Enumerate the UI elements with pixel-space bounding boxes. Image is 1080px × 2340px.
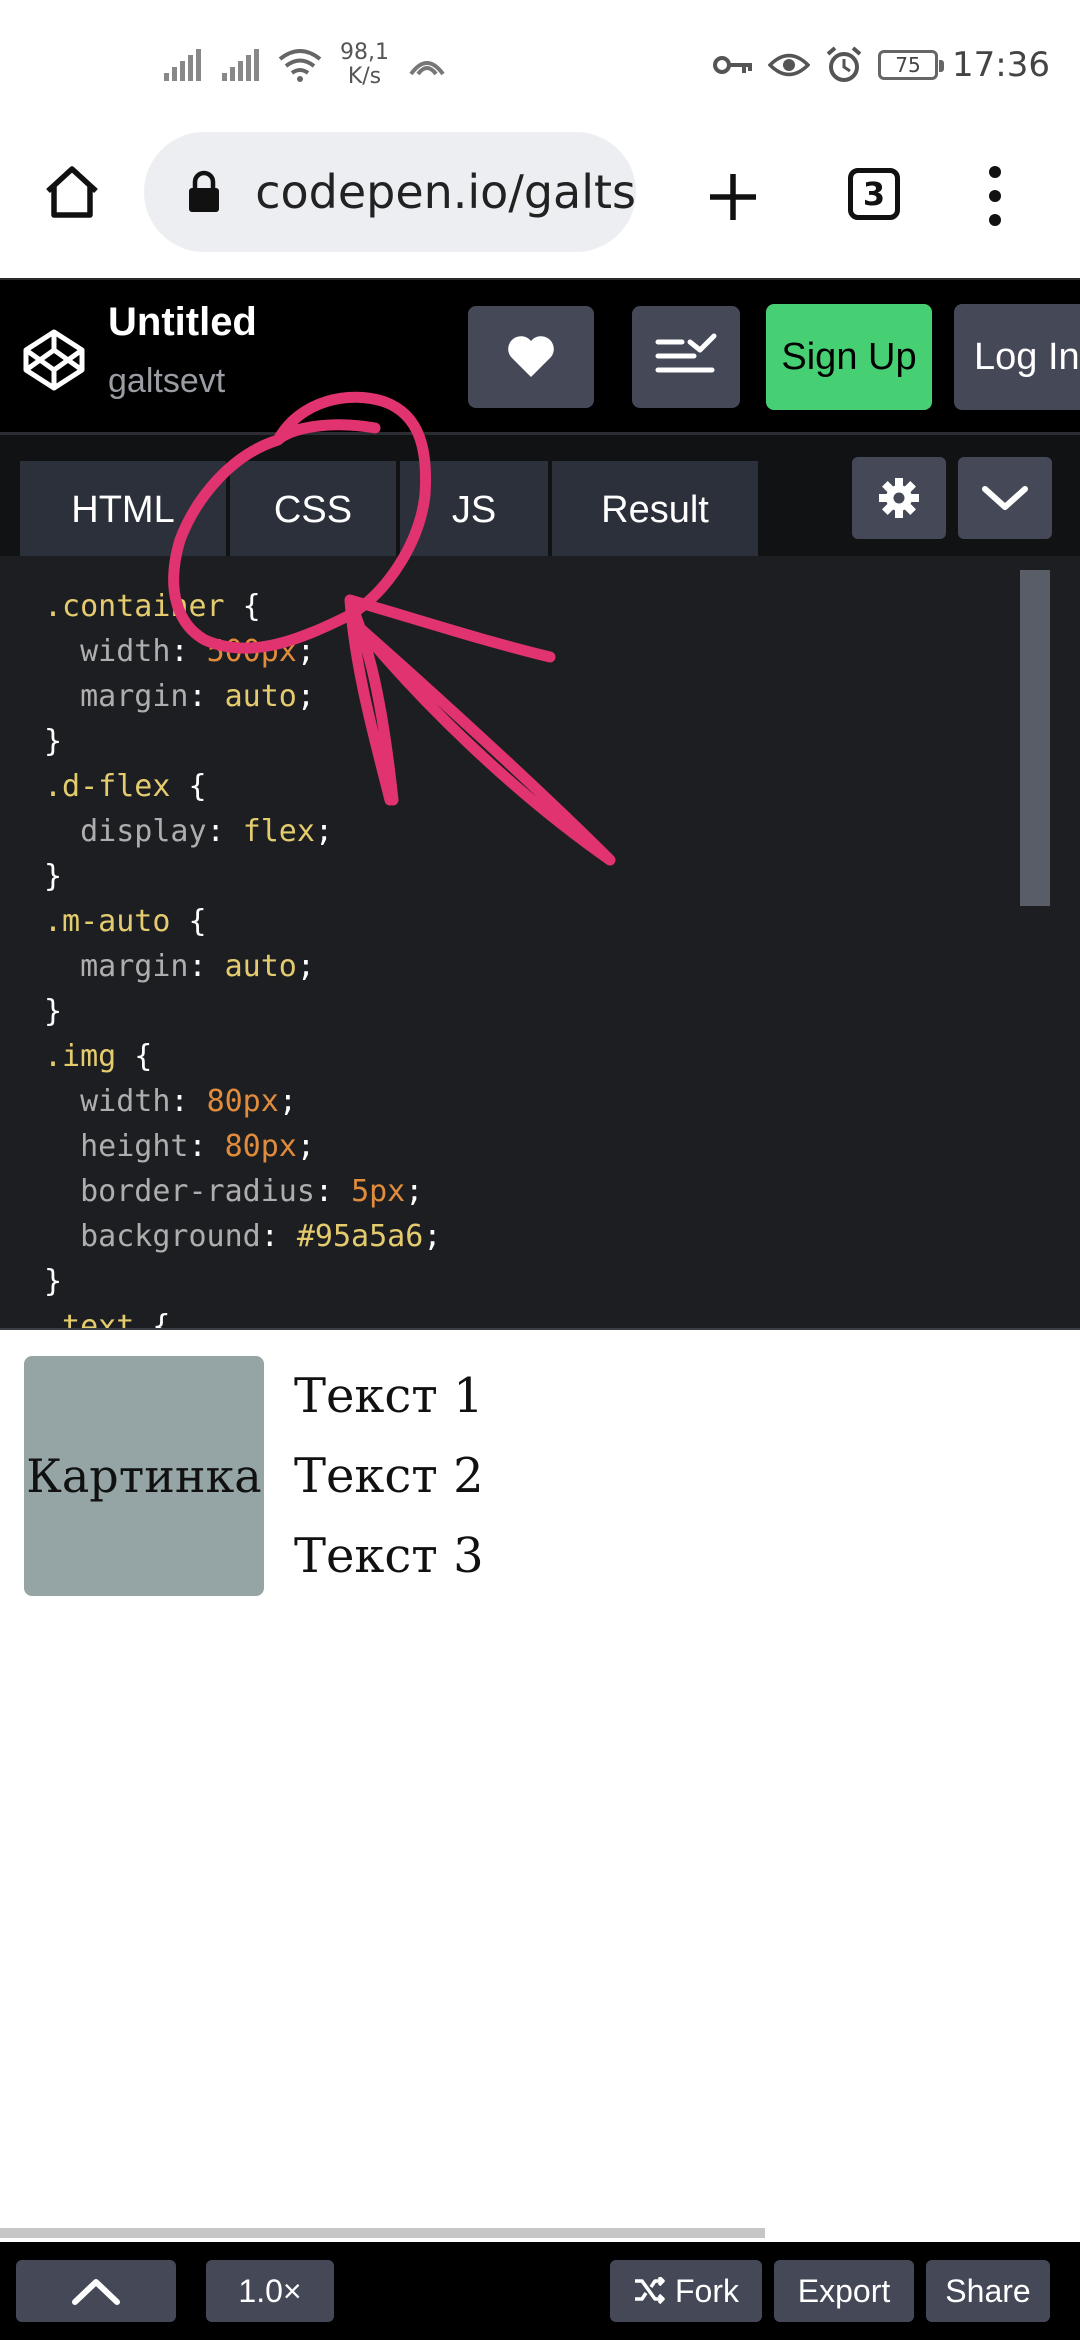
menu-dot bbox=[989, 190, 1001, 202]
fork-icon bbox=[635, 2277, 665, 2305]
tab-js[interactable]: JS bbox=[400, 461, 548, 559]
battery-icon: 75 bbox=[878, 50, 945, 80]
preview-text-list: Текст 1 Текст 2 Текст 3 bbox=[294, 1366, 484, 1606]
horizontal-scrollbar[interactable] bbox=[0, 2228, 765, 2238]
zoom-button[interactable]: 1.0× bbox=[206, 2260, 334, 2322]
net-speed-unit: K/s bbox=[347, 64, 382, 89]
preview-text: Текст 1 bbox=[294, 1368, 484, 1424]
alarm-icon bbox=[826, 46, 862, 82]
wifi-icon bbox=[278, 49, 322, 82]
layout-icon bbox=[655, 333, 717, 373]
code-line: width: 500px; bbox=[80, 634, 315, 669]
code-line: .text { bbox=[44, 1309, 171, 1331]
clock: 17:36 bbox=[952, 45, 1050, 85]
change-view-button[interactable] bbox=[632, 306, 740, 408]
share-button[interactable]: Share bbox=[926, 2260, 1050, 2322]
signup-button[interactable]: Sign Up bbox=[766, 304, 932, 410]
collapse-button[interactable] bbox=[958, 457, 1052, 539]
code-line: } bbox=[44, 1264, 63, 1299]
code-line: margin: auto; bbox=[80, 679, 315, 714]
code-line: .d-flex { bbox=[44, 769, 207, 804]
expand-console-button[interactable] bbox=[16, 2260, 176, 2322]
url-bar[interactable]: codepen.io/galts bbox=[144, 132, 636, 252]
plus-icon bbox=[710, 174, 756, 220]
code-line: margin: auto; bbox=[80, 949, 315, 984]
code-line: border-radius: 5px; bbox=[80, 1174, 424, 1209]
fork-button[interactable]: Fork bbox=[610, 2260, 762, 2322]
export-button[interactable]: Export bbox=[774, 2260, 914, 2322]
status-left: 98,1 K/s bbox=[162, 40, 447, 90]
chevron-down-icon bbox=[982, 486, 1028, 510]
heart-icon bbox=[508, 336, 554, 377]
net-speed-value: 98,1 bbox=[340, 40, 389, 65]
gear-icon bbox=[879, 478, 919, 518]
home-icon bbox=[46, 166, 98, 218]
fork-label: Fork bbox=[675, 2272, 739, 2309]
key-icon bbox=[713, 56, 753, 74]
preview-text: Текст 2 bbox=[294, 1448, 484, 1504]
code-line: width: 80px; bbox=[80, 1084, 297, 1119]
status-bar: 98,1 K/s 75 17:36 bbox=[0, 0, 1080, 130]
tab-result[interactable]: Result bbox=[552, 461, 758, 559]
home-button[interactable] bbox=[40, 160, 104, 224]
hotspot-icon bbox=[409, 61, 445, 76]
css-editor[interactable]: .container { width: 500px; margin: auto;… bbox=[0, 556, 1080, 1331]
tab-css[interactable]: CSS bbox=[230, 461, 396, 559]
like-button[interactable] bbox=[468, 306, 594, 408]
editor-tabs: HTML CSS JS Result bbox=[0, 432, 1080, 559]
bottom-bar: 1.0× Fork Export Share bbox=[0, 2242, 1080, 2340]
preview-image-box: Картинка bbox=[24, 1356, 264, 1596]
signal-icon bbox=[164, 49, 201, 81]
status-right: 75 17:36 bbox=[712, 40, 1050, 90]
preview-text: Текст 3 bbox=[294, 1528, 484, 1584]
eye-icon bbox=[768, 53, 811, 77]
settings-button[interactable] bbox=[852, 457, 946, 539]
new-tab-button[interactable] bbox=[700, 164, 766, 230]
browser-menu-button[interactable] bbox=[980, 166, 1010, 226]
code-line: } bbox=[44, 994, 63, 1029]
code-line: height: 80px; bbox=[80, 1129, 315, 1164]
result-preview: Картинка Текст 1 Текст 2 Текст 3 bbox=[0, 1330, 1080, 2230]
net-speed: 98,1 K/s bbox=[340, 41, 389, 89]
menu-dots-icon bbox=[989, 166, 1001, 178]
signal-icon bbox=[222, 49, 259, 81]
pen-author[interactable]: galtsevt bbox=[108, 362, 225, 401]
login-button[interactable]: Log In bbox=[954, 304, 1080, 410]
codepen-header: Untitled galtsevt Sign Up Log In bbox=[0, 278, 1080, 434]
code-line: .img { bbox=[44, 1039, 153, 1074]
code-line: display: flex; bbox=[80, 814, 333, 849]
code-line: } bbox=[44, 724, 63, 759]
lock-icon bbox=[184, 170, 223, 214]
code-line: } bbox=[44, 859, 63, 894]
tab-html[interactable]: HTML bbox=[20, 461, 226, 559]
editor-scrollbar[interactable] bbox=[1020, 570, 1050, 906]
url-text: codepen.io/galts bbox=[255, 165, 636, 219]
codepen-logo-icon[interactable] bbox=[20, 326, 88, 394]
browser-toolbar: codepen.io/galts 3 bbox=[0, 130, 1080, 276]
code-line: .m-auto { bbox=[44, 904, 207, 939]
code-line: background: #95a5a6; bbox=[80, 1219, 442, 1254]
menu-dot bbox=[989, 214, 1001, 226]
tab-switcher-button[interactable]: 3 bbox=[848, 168, 900, 220]
code-line: .container { bbox=[44, 589, 261, 624]
pen-title[interactable]: Untitled bbox=[108, 300, 257, 345]
code-content: .container { width: 500px; margin: auto;… bbox=[44, 584, 442, 1331]
chevron-up-icon bbox=[72, 2279, 120, 2305]
